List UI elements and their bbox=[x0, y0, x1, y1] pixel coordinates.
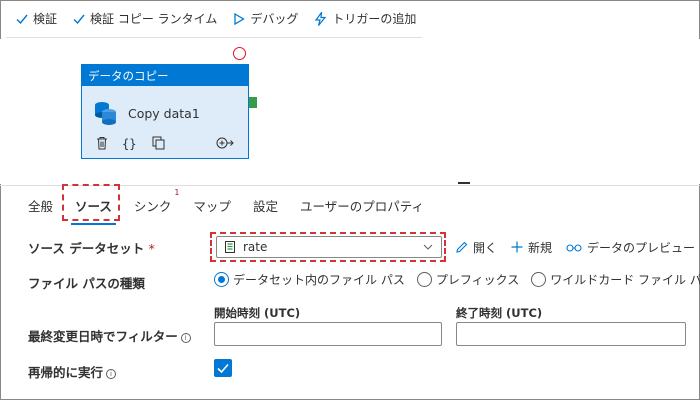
dataset-dropdown-highlight bbox=[210, 232, 446, 262]
success-output-port[interactable] bbox=[249, 97, 257, 108]
recursive-checkbox[interactable] bbox=[214, 359, 232, 377]
preview-data-button[interactable]: データのプレビュー bbox=[566, 239, 695, 256]
glasses-icon bbox=[566, 244, 582, 252]
start-time-input[interactable] bbox=[214, 322, 442, 346]
error-count-badge: 1 bbox=[174, 188, 180, 197]
file-path-type-label: ファイル パスの種類 bbox=[28, 276, 145, 291]
validate-copy-runtime-button[interactable]: 検証 コピー ランタイム bbox=[73, 10, 217, 27]
code-icon[interactable]: {} bbox=[122, 136, 138, 150]
info-icon[interactable]: i bbox=[106, 369, 117, 379]
source-dataset-label: ソース データセット * bbox=[28, 241, 155, 256]
play-icon bbox=[234, 12, 246, 25]
add-output-icon[interactable] bbox=[216, 137, 234, 149]
radio-dataset-file-path[interactable]: データセット内のファイル パス bbox=[214, 271, 405, 288]
delete-icon[interactable] bbox=[96, 136, 108, 150]
add-trigger-label: トリガーの追加 bbox=[332, 12, 417, 26]
tab-settings[interactable]: 設定 bbox=[253, 196, 278, 215]
activity-header: データのコピー bbox=[82, 65, 248, 86]
validate-button[interactable]: 検証 bbox=[16, 10, 57, 27]
debug-label: デバッグ bbox=[250, 12, 299, 26]
radio-selected-icon bbox=[214, 272, 229, 287]
validate-copy-runtime-label: 検証 コピー ランタイム bbox=[90, 12, 218, 26]
plus-icon bbox=[511, 241, 523, 253]
validate-label: 検証 bbox=[33, 12, 58, 26]
pencil-icon bbox=[456, 241, 468, 253]
radio-wildcard-file-path[interactable]: ワイルドカード ファイル パス bbox=[531, 271, 700, 288]
required-mark: * bbox=[148, 241, 155, 256]
activity-name: Copy data1 bbox=[128, 105, 200, 121]
lightning-icon bbox=[315, 11, 327, 26]
tab-user-properties[interactable]: ユーザーのプロパティ bbox=[300, 196, 424, 215]
copy-data-activity[interactable]: データのコピー Copy data1 {} bbox=[81, 64, 249, 159]
add-trigger-button[interactable]: トリガーの追加 bbox=[314, 10, 416, 27]
info-icon[interactable]: i bbox=[180, 333, 191, 343]
start-time-label: 開始時刻 (UTC) bbox=[214, 306, 301, 320]
panel-resize-handle[interactable] bbox=[458, 182, 470, 184]
database-copy-icon bbox=[95, 102, 116, 125]
error-status-icon[interactable] bbox=[233, 47, 246, 60]
tab-mapping[interactable]: マップ bbox=[193, 196, 231, 215]
svg-text:{}: {} bbox=[122, 137, 136, 150]
pipeline-canvas[interactable]: データのコピー Copy data1 {} bbox=[0, 39, 700, 184]
pipeline-toolbar: 検証 検証 コピー ランタイム デバッグ トリガーの追加 bbox=[6, 0, 422, 38]
dataset-actions: 開く 新規 データのプレビュー bbox=[456, 236, 695, 258]
checkmark-icon bbox=[73, 14, 85, 24]
file-path-type-radio-group: データセット内のファイル パス プレフィックス ワイルドカード ファイル パス bbox=[214, 271, 700, 288]
open-dataset-button[interactable]: 開く bbox=[456, 239, 497, 256]
tab-sink[interactable]: シンク 1 bbox=[134, 188, 180, 215]
end-time-input[interactable] bbox=[456, 322, 686, 346]
debug-button[interactable]: デバッグ bbox=[233, 10, 298, 27]
checkmark-icon bbox=[16, 14, 28, 24]
end-time-label: 終了時刻 (UTC) bbox=[456, 306, 543, 320]
new-dataset-button[interactable]: 新規 bbox=[511, 239, 552, 256]
recursive-label: 再帰的に実行 i bbox=[28, 362, 117, 381]
radio-unselected-icon bbox=[416, 272, 432, 287]
checkmark-icon bbox=[217, 363, 229, 374]
clone-icon[interactable] bbox=[152, 136, 165, 150]
radio-unselected-icon bbox=[531, 272, 547, 287]
tab-general[interactable]: 全般 bbox=[28, 196, 53, 215]
source-tab-highlight bbox=[62, 184, 120, 221]
radio-prefix[interactable]: プレフィックス bbox=[416, 271, 519, 288]
filter-last-modified-label: 最終変更日時でフィルター i bbox=[28, 326, 191, 345]
